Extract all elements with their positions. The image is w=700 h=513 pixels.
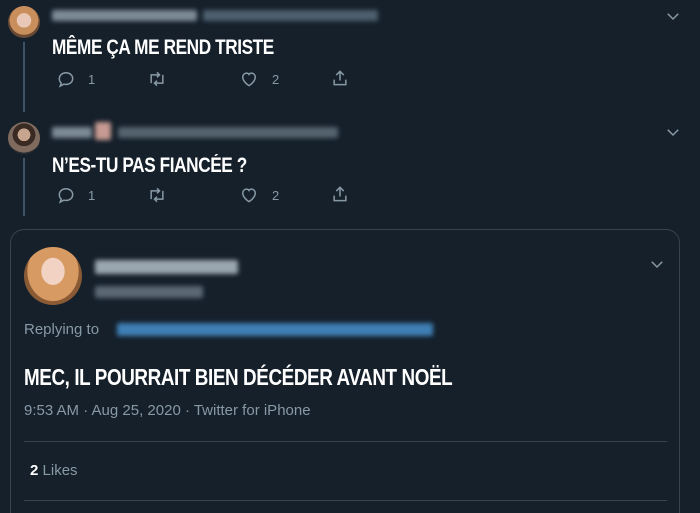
heart-icon	[241, 188, 257, 203]
blurred-reply-handles[interactable]	[117, 323, 433, 336]
avatar[interactable]	[8, 122, 40, 154]
like-button[interactable]: 2	[238, 185, 279, 205]
tweet-text: MÊME ÇA ME REND TRISTE	[52, 36, 274, 59]
retweet-icon	[150, 187, 164, 203]
blurred-user-name	[52, 127, 92, 138]
share-icon	[333, 186, 347, 202]
avatar[interactable]	[24, 247, 82, 305]
heart-icon	[241, 72, 257, 87]
reply-count: 1	[88, 71, 96, 87]
reply-button[interactable]: 1	[56, 69, 95, 89]
replying-to-label: Replying to	[24, 321, 100, 338]
chevron-down-icon[interactable]	[664, 7, 682, 25]
chevron-down-icon[interactable]	[648, 255, 666, 273]
chevron-down-icon[interactable]	[664, 123, 682, 141]
like-count: 2	[272, 187, 280, 203]
retweet-icon	[150, 71, 164, 87]
share-button[interactable]	[330, 184, 350, 204]
reply-icon	[58, 187, 74, 204]
retweet-button[interactable]	[146, 185, 180, 205]
tweet-timestamp[interactable]: 9:53 AM · Aug 25, 2020 · Twitter for iPh…	[24, 402, 311, 419]
reply-button[interactable]: 1	[56, 185, 95, 205]
like-count: 2	[272, 71, 280, 87]
likes-number: 2	[30, 462, 39, 479]
retweet-button[interactable]	[146, 69, 180, 89]
main-tweet-text: MEC, IL POURRAIT BIEN DÉCÉDER AVANT NOËL	[24, 364, 453, 390]
thread-line	[23, 158, 25, 216]
share-button[interactable]	[330, 68, 350, 88]
divider	[24, 441, 667, 442]
thread-line	[23, 42, 25, 112]
reply-count: 1	[88, 187, 96, 203]
blurred-user-handle	[118, 127, 338, 138]
reply-icon	[58, 71, 74, 88]
like-button[interactable]: 2	[238, 69, 279, 89]
likes-label: Likes	[42, 462, 78, 479]
share-icon	[333, 70, 347, 86]
blurred-user-emoji	[95, 122, 111, 140]
avatar[interactable]	[8, 6, 40, 38]
blurred-user-name	[95, 260, 238, 274]
blurred-user-name	[52, 10, 197, 21]
blurred-user-handle	[203, 10, 378, 21]
blurred-user-handle	[95, 286, 203, 298]
likes-count[interactable]: 2 Likes	[30, 462, 78, 479]
divider	[24, 500, 667, 501]
tweet-text: N’ES-TU PAS FIANCÉE ?	[52, 154, 247, 177]
